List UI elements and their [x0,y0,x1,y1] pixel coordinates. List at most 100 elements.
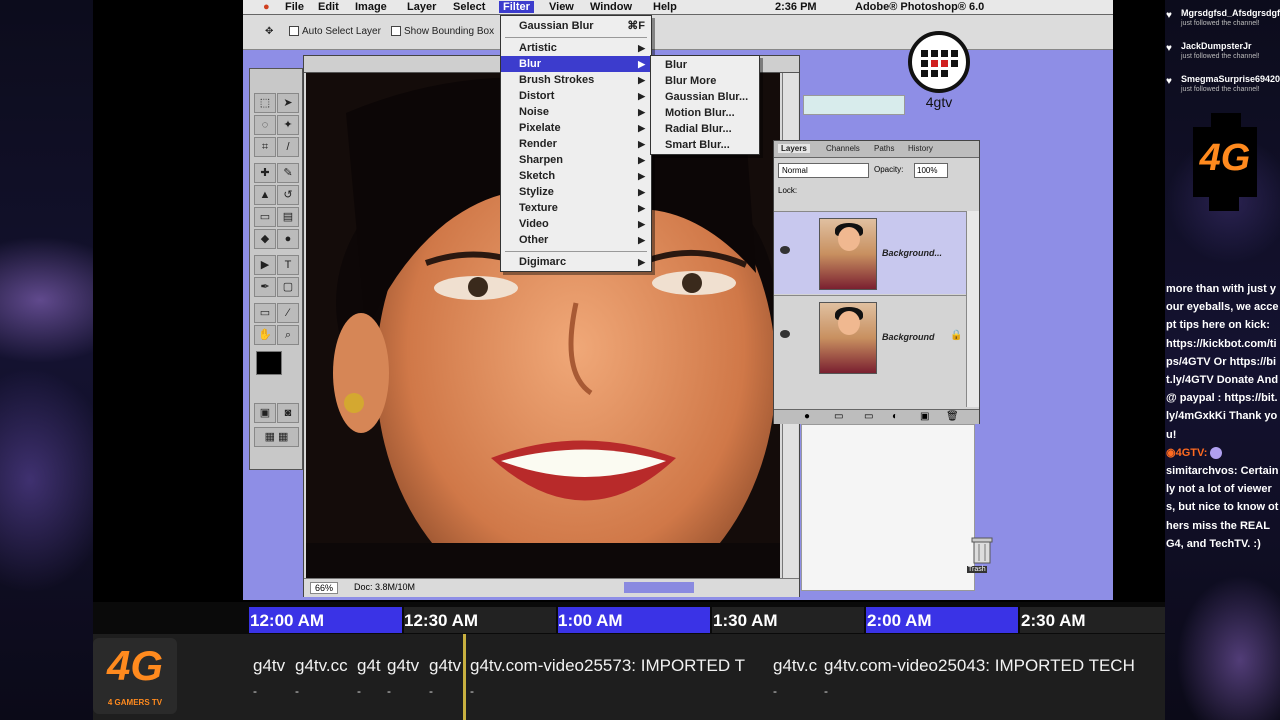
menu-item-noise[interactable]: Noise ▶ [501,104,651,120]
crop-tool-icon[interactable]: ⌗ [254,137,276,157]
adjustment-layer-icon[interactable]: ◐ [892,411,898,422]
ticker-item[interactable]: g4tv.com-video25573: IMPORTED T [470,656,770,676]
history-brush-icon[interactable]: ↺ [277,185,299,205]
submenu-item-motion-blur[interactable]: Motion Blur... [665,107,735,119]
stamp-tool-icon[interactable]: ▲ [254,185,276,205]
screen-mode-icon[interactable]: ▦ ▦ [254,427,299,447]
menu-item-artistic[interactable]: Artistic ▶ [501,40,651,56]
layer-row[interactable]: Background... [774,211,966,294]
zoom-field[interactable]: 66% [310,582,339,594]
menu-help[interactable]: Help [653,1,677,13]
menu-file[interactable]: File [285,1,304,13]
lasso-tool-icon[interactable]: ◌ [254,115,276,135]
chat-reply-user[interactable]: simitarchvos: [1166,465,1238,477]
apple-menu-icon[interactable]: ● [263,1,270,13]
ticker-item[interactable]: g4tv.cc [295,656,353,676]
tab-layers[interactable]: Layers [778,144,810,153]
ticker-item[interactable]: g4tv.com-video25043: IMPORTED TECH [824,656,1164,676]
follower-name[interactable]: Mgrsdgfsd_Afsdgrsdgfs [1181,8,1280,18]
zoom-tool-icon[interactable]: ⌕ [277,325,299,345]
auto-select-checkbox[interactable]: Auto Select Layer [289,26,381,37]
submenu-item-blur-more[interactable]: Blur More [665,75,716,87]
menu-image[interactable]: Image [355,1,387,13]
eye-icon[interactable] [780,330,790,338]
lock-icon: 🔒 [950,330,963,341]
ticker-item[interactable]: g4tv [253,656,293,676]
document-horizontal-scroll-thumb[interactable] [624,582,694,593]
layer-row[interactable]: Background 🔒 [774,295,966,378]
slice-tool-icon[interactable]: / [277,137,299,157]
menu-view[interactable]: View [549,1,574,13]
submenu-arrow-icon: ▶ [638,235,645,245]
menu-item-sketch[interactable]: Sketch ▶ [501,168,651,184]
new-set-icon[interactable]: ▭ [864,411,873,422]
menu-item-other[interactable]: Other ▶ [501,232,651,248]
menu-item-label: Noise [519,106,549,118]
notes-tool-icon[interactable]: ▭ [254,303,276,323]
menu-item-distort[interactable]: Distort ▶ [501,88,651,104]
submenu-item-radial-blur[interactable]: Radial Blur... [665,123,732,135]
hand-tool-icon[interactable]: ✋ [254,325,276,345]
schedule-ticker: 4G 4 GAMERS TV g4tv g4tv.cc g4t g4tv g4t… [93,634,1165,720]
type-tool-icon[interactable]: T [277,255,299,275]
layers-scrollbar[interactable] [966,211,979,407]
chat-author[interactable]: 4GTV: [1176,447,1208,459]
quickmask-mode-icon[interactable]: ◙ [277,403,299,423]
layer-style-icon[interactable]: ● [804,411,810,422]
tab-paths[interactable]: Paths [874,144,894,153]
menu-item-sharpen[interactable]: Sharpen ▶ [501,152,651,168]
path-select-icon[interactable]: ▶ [254,255,276,275]
menu-item-video[interactable]: Video ▶ [501,216,651,232]
magic-wand-icon[interactable]: ✦ [277,115,299,135]
menu-window[interactable]: Window [590,1,632,13]
menu-item-brush-strokes[interactable]: Brush Strokes ▶ [501,72,651,88]
application-menu[interactable]: Adobe® Photoshop® 6.0 [855,1,984,13]
tab-history[interactable]: History [908,144,933,153]
menu-item-pixelate[interactable]: Pixelate ▶ [501,120,651,136]
eyedropper-icon[interactable]: ⁄ [277,303,299,323]
menu-item-stylize[interactable]: Stylize ▶ [501,184,651,200]
menu-item-digimarc[interactable]: Digimarc ▶ [501,254,651,270]
healing-tool-icon[interactable]: ✚ [254,163,276,183]
pen-tool-icon[interactable]: ✒ [254,277,276,297]
gradient-tool-icon[interactable]: ▤ [277,207,299,227]
ticker-item[interactable]: g4tv [429,656,467,676]
channel-watermark: 4gtv [907,30,971,110]
tab-channels[interactable]: Channels [826,144,860,153]
menu-layer[interactable]: Layer [407,1,436,13]
eraser-tool-icon[interactable]: ▭ [254,207,276,227]
submenu-item-blur[interactable]: Blur [665,59,687,71]
submenu-item-smart-blur[interactable]: Smart Blur... [665,139,730,151]
trash-layer-icon[interactable]: 🗑 [946,411,959,422]
menu-filter[interactable]: Filter [499,1,534,13]
shape-tool-icon[interactable]: ▢ [277,277,299,297]
new-layer-icon[interactable]: ▣ [920,411,929,422]
marquee-tool-icon[interactable]: ⬚ [254,93,276,113]
submenu-item-gaussian-blur[interactable]: Gaussian Blur... [665,91,748,103]
submenu-arrow-icon: ▶ [638,139,645,149]
last-filter-item[interactable]: Gaussian Blur ⌘F [501,18,651,34]
dodge-tool-icon[interactable]: ● [277,229,299,249]
doc-size-info[interactable]: Doc: 3.8M/10M [354,582,415,592]
move-tool-icon[interactable]: ✥ [265,26,273,37]
menu-item-render[interactable]: Render ▶ [501,136,651,152]
layer-mask-icon[interactable]: ▭ [834,411,843,422]
menu-edit[interactable]: Edit [318,1,339,13]
foreground-color-swatch[interactable] [256,351,282,375]
ticker-item[interactable]: g4tv.c [773,656,821,676]
move-tool-icon[interactable]: ➤ [277,93,299,113]
menu-select[interactable]: Select [453,1,485,13]
eye-icon[interactable] [780,246,790,254]
menu-item-texture[interactable]: Texture ▶ [501,200,651,216]
follower-name[interactable]: JackDumpsterJr [1181,41,1252,51]
blend-mode-select[interactable]: Normal [778,163,869,178]
blur-tool-icon[interactable]: ◆ [254,229,276,249]
menu-item-blur[interactable]: Blur ▶ [501,56,651,72]
ticker-item[interactable]: g4tv [387,656,425,676]
opacity-field[interactable]: 100% [914,163,948,178]
follower-name[interactable]: SmegmaSurprise69420 [1181,74,1280,84]
bounding-box-checkbox[interactable]: Show Bounding Box [391,26,494,37]
ticker-item[interactable]: g4t [357,656,385,676]
brush-tool-icon[interactable]: ✎ [277,163,299,183]
standard-mode-icon[interactable]: ▣ [254,403,276,423]
